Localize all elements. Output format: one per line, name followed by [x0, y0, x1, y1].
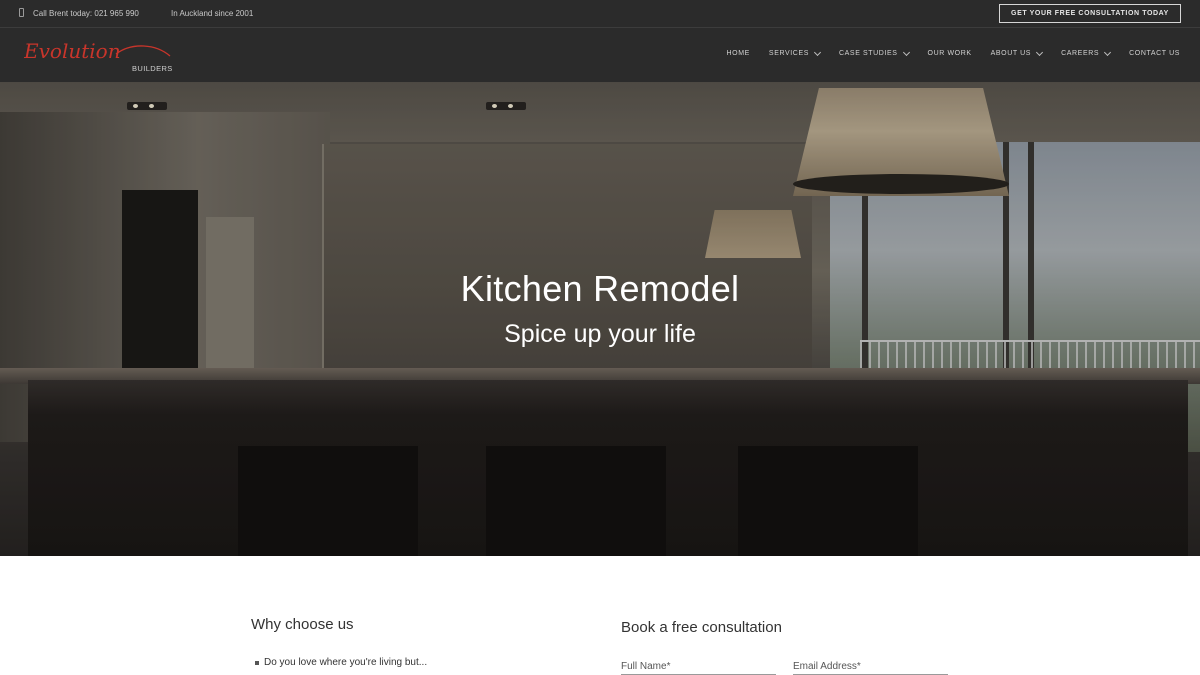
site-header: Evolution BUILDERS HOME SERVICES CASE ST… — [0, 28, 1200, 82]
top-bar: Call Brent today: 021 965 990 In Aucklan… — [0, 0, 1200, 27]
phone-contact[interactable]: Call Brent today: 021 965 990 — [19, 8, 139, 18]
nav-home[interactable]: HOME — [727, 50, 750, 57]
chevron-down-icon — [902, 48, 910, 56]
logo[interactable]: Evolution BUILDERS — [24, 38, 174, 74]
full-name-field[interactable] — [621, 659, 776, 675]
phone-text: Call Brent today: 021 965 990 — [33, 9, 139, 18]
main-nav: HOME SERVICES CASE STUDIES OUR WORK ABOU… — [708, 48, 1180, 57]
hero-subtitle: Spice up your life — [504, 320, 696, 348]
logo-subtitle: BUILDERS — [132, 64, 173, 73]
nav-home-label: HOME — [726, 50, 750, 57]
nav-contact-us[interactable]: CONTACT US — [1129, 50, 1180, 57]
bullet-icon — [255, 660, 259, 665]
nav-our-work[interactable]: OUR WORK — [928, 50, 972, 57]
nav-contact-us-label: CONTACT US — [1129, 50, 1180, 57]
why-list: Do you love where you're living but... — [255, 657, 427, 668]
hero-overlay — [0, 82, 1200, 556]
list-item-text: Do you love where you're living but... — [264, 657, 428, 668]
book-consultation-heading: Book a free consultation — [621, 619, 782, 636]
nav-careers[interactable]: CAREERS — [1061, 48, 1112, 57]
list-item: Do you love where you're living but... — [255, 657, 427, 668]
nav-services-label: SERVICES — [768, 50, 809, 57]
phone-icon — [19, 8, 24, 17]
email-field[interactable] — [793, 659, 948, 675]
hero-banner: Kitchen Remodel Spice up your life — [0, 82, 1200, 556]
nav-about-us[interactable]: ABOUT US — [990, 48, 1044, 57]
free-consultation-button[interactable]: GET YOUR FREE CONSULTATION TODAY — [999, 4, 1181, 23]
nav-careers-label: CAREERS — [1061, 50, 1100, 57]
nav-about-us-label: ABOUT US — [990, 50, 1032, 57]
nav-case-studies-label: CASE STUDIES — [839, 50, 898, 57]
nav-our-work-label: OUR WORK — [927, 50, 972, 57]
hero-title: Kitchen Remodel — [460, 268, 740, 309]
nav-case-studies[interactable]: CASE STUDIES — [839, 48, 910, 57]
nav-services[interactable]: SERVICES — [768, 48, 822, 57]
since-text: In Auckland since 2001 — [171, 9, 254, 18]
chevron-down-icon — [1036, 48, 1044, 56]
chevron-down-icon — [1104, 48, 1112, 56]
logo-script-text: Evolution — [24, 39, 121, 63]
why-choose-us-heading: Why choose us — [251, 616, 354, 633]
chevron-down-icon — [813, 48, 822, 56]
